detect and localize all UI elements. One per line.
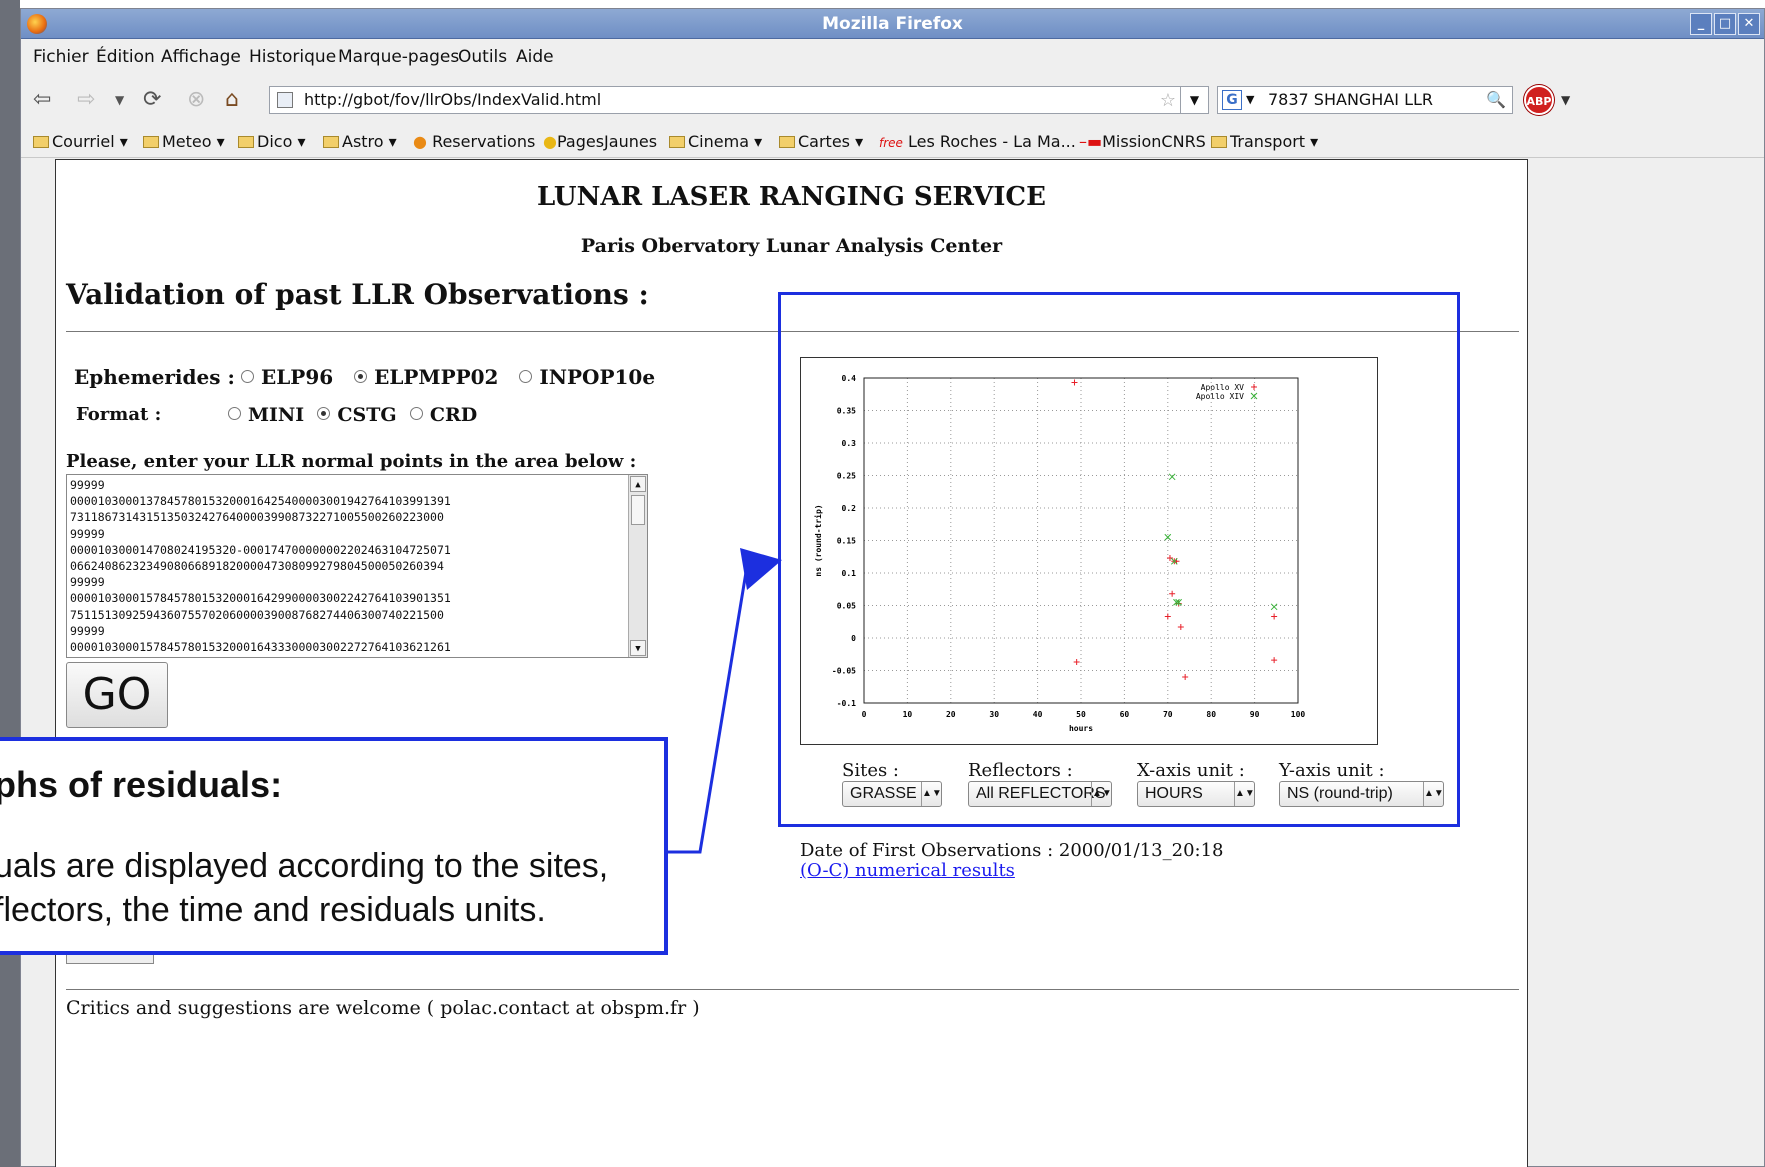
callout-title: phs of residuals: (0, 764, 283, 805)
callout-arrow-line (668, 559, 750, 854)
callout-line-2: flectors, the time and residuals units. (0, 891, 546, 929)
callout-arrow-head (740, 548, 782, 590)
callout-arrow (668, 548, 782, 854)
residuals-callout: phs of residuals: uals are displayed acc… (0, 737, 668, 955)
callout-line-1: uals are displayed according to the site… (0, 847, 609, 885)
